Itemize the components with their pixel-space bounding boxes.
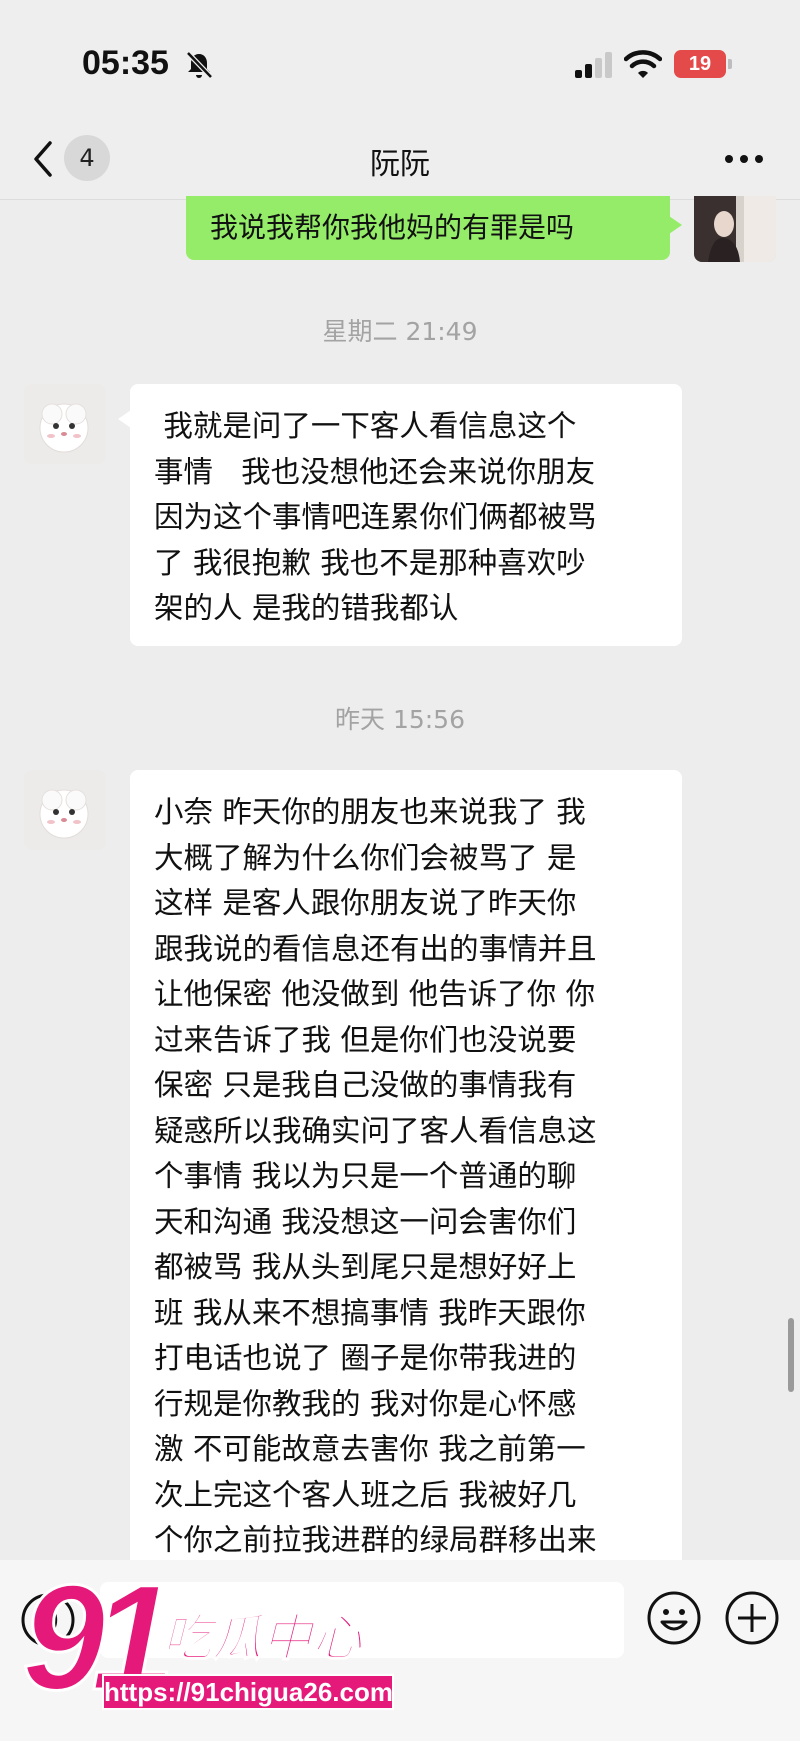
bell-off-icon [186, 51, 213, 79]
contact-avatar-image [24, 384, 106, 464]
battery-icon: 19 [674, 50, 732, 78]
watermark-logo: 91 吃瓜中心 https://91chigua26.com [21, 1561, 402, 1728]
chat-title: 阮阮 [370, 147, 430, 182]
plus-icon[interactable] [724, 1590, 780, 1646]
chat-header: 4 阮阮 [0, 125, 800, 200]
message-bubble-incoming[interactable]: 我就是问了一下客人看信息这个 事情 我也没想他还会来说你朋友 因为这个事情吧连累… [118, 384, 682, 646]
message-timestamp: 星期二 21:49 [322, 317, 478, 346]
ellipsis-icon[interactable] [724, 153, 764, 165]
emoji-icon[interactable] [646, 1590, 702, 1646]
contact-avatar-image [24, 770, 106, 850]
battery-level: 19 [688, 53, 712, 75]
signal-icon [575, 52, 612, 78]
my-avatar-image [694, 196, 776, 262]
status-time: 05:35 [82, 44, 169, 82]
avatar[interactable] [24, 384, 106, 464]
status-bar: 05:35 19 [0, 0, 800, 125]
wifi-icon [624, 50, 662, 78]
message-bubble-outgoing[interactable]: 我说我帮你我他妈的有罪是吗 [186, 196, 682, 260]
avatar[interactable] [694, 196, 776, 262]
scrollbar-thumb[interactable] [788, 1318, 794, 1392]
watermark-name: 吃瓜中心 [161, 1608, 363, 1668]
message-bubble-incoming[interactable]: 小奈 昨天你的朋友也来说我了 我 大概了解为什么你们会被骂了 是 这样 是客人跟… [130, 770, 682, 1560]
message-timestamp: 昨天 15:56 [335, 705, 465, 734]
avatar[interactable] [24, 770, 106, 850]
watermark-url: https://91chigua26.com [102, 1674, 394, 1710]
